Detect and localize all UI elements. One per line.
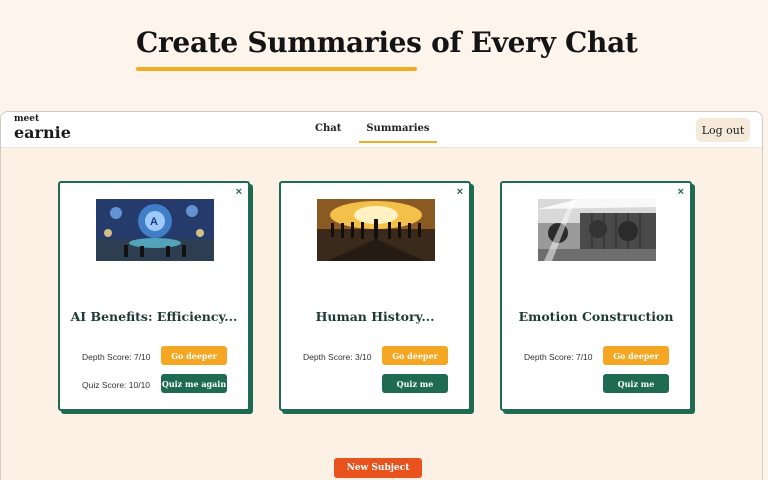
quiz-me-again-button[interactable]: Quiz me again — [161, 374, 227, 393]
main-nav: Chat Summaries — [315, 123, 437, 143]
logo-earnie-text: earnie — [14, 123, 71, 142]
card-title: AI Benefits: Efficiency... — [70, 309, 238, 324]
quiz-score-label: Quiz Score: 10/10 — [82, 380, 151, 390]
silhouettes-image — [317, 199, 435, 261]
depth-score-label: Depth Score: 7/10 — [82, 352, 151, 362]
top-navigation-bar: meet earnie Chat Summaries Log out — [1, 112, 762, 148]
summary-card: × Emotion Construction Depth Score: 7/10… — [500, 181, 692, 411]
go-deeper-button[interactable]: Go deeper — [161, 346, 227, 365]
heading-underline — [136, 67, 417, 71]
close-icon[interactable]: × — [457, 186, 463, 198]
card-title: Human History... — [315, 309, 435, 324]
depth-score-label: Depth Score: 3/10 — [303, 352, 372, 362]
quiz-me-button[interactable]: Quiz me — [382, 374, 448, 393]
svg-text:A: A — [150, 216, 158, 228]
new-subject-button[interactable]: New Subject — [334, 458, 422, 478]
go-deeper-button[interactable]: Go deeper — [382, 346, 448, 365]
ai-network-image: A — [96, 199, 214, 261]
depth-score-label: Depth Score: 7/10 — [524, 352, 593, 362]
logout-button[interactable]: Log out — [696, 118, 750, 142]
close-icon[interactable]: × — [236, 186, 242, 198]
tab-chat[interactable]: Chat — [315, 123, 348, 143]
quiz-me-button[interactable]: Quiz me — [603, 374, 669, 393]
app-logo[interactable]: meet earnie — [14, 115, 71, 141]
summary-card: × Human History... Depth Score: 3/10 Go … — [279, 181, 471, 411]
building-trees-image — [538, 199, 656, 261]
close-icon[interactable]: × — [678, 186, 684, 198]
go-deeper-button[interactable]: Go deeper — [603, 346, 669, 365]
tab-summaries[interactable]: Summaries — [359, 123, 437, 143]
page-heading: Create Summaries of Every Chat — [136, 26, 638, 59]
summary-card: × A AI Benefits: Efficiency... Depth Sco… — [58, 181, 250, 411]
card-title: Emotion Construction — [518, 309, 674, 324]
